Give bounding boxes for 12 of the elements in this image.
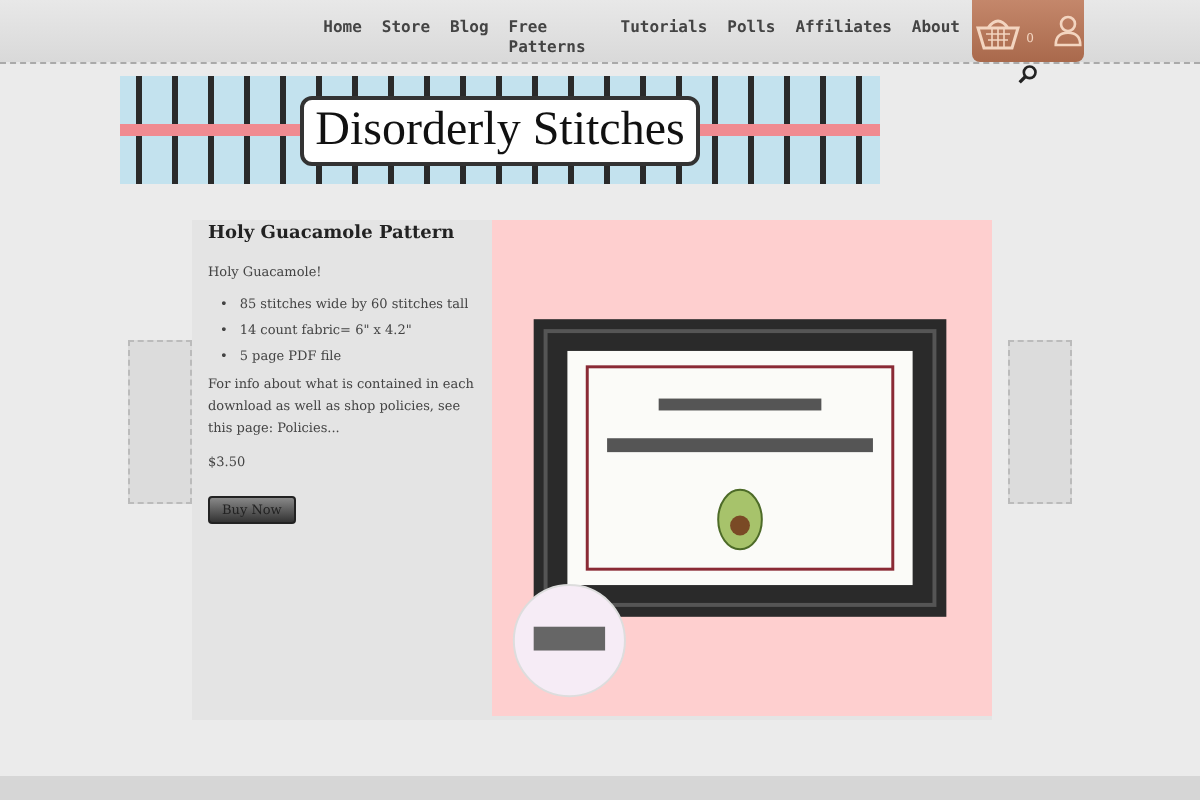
nav-link[interactable]: Home [323,18,362,38]
nav-link[interactable]: Store [381,18,431,38]
nav-link[interactable]: Affiliates [795,18,892,38]
search-icon[interactable] [1018,64,1038,84]
nav-link[interactable]: Blog [450,18,489,38]
user-icon[interactable] [1053,14,1082,48]
site-title[interactable]: Disorderly Stitches [299,95,701,165]
nav-link[interactable]: Polls [727,18,776,38]
nav-link[interactable]: About [911,18,960,38]
nav-link[interactable]: Free Patterns [508,18,581,58]
nav-link[interactable]: Tutorials [620,18,708,38]
product-title: Holy Guacamole Pattern [208,224,457,244]
